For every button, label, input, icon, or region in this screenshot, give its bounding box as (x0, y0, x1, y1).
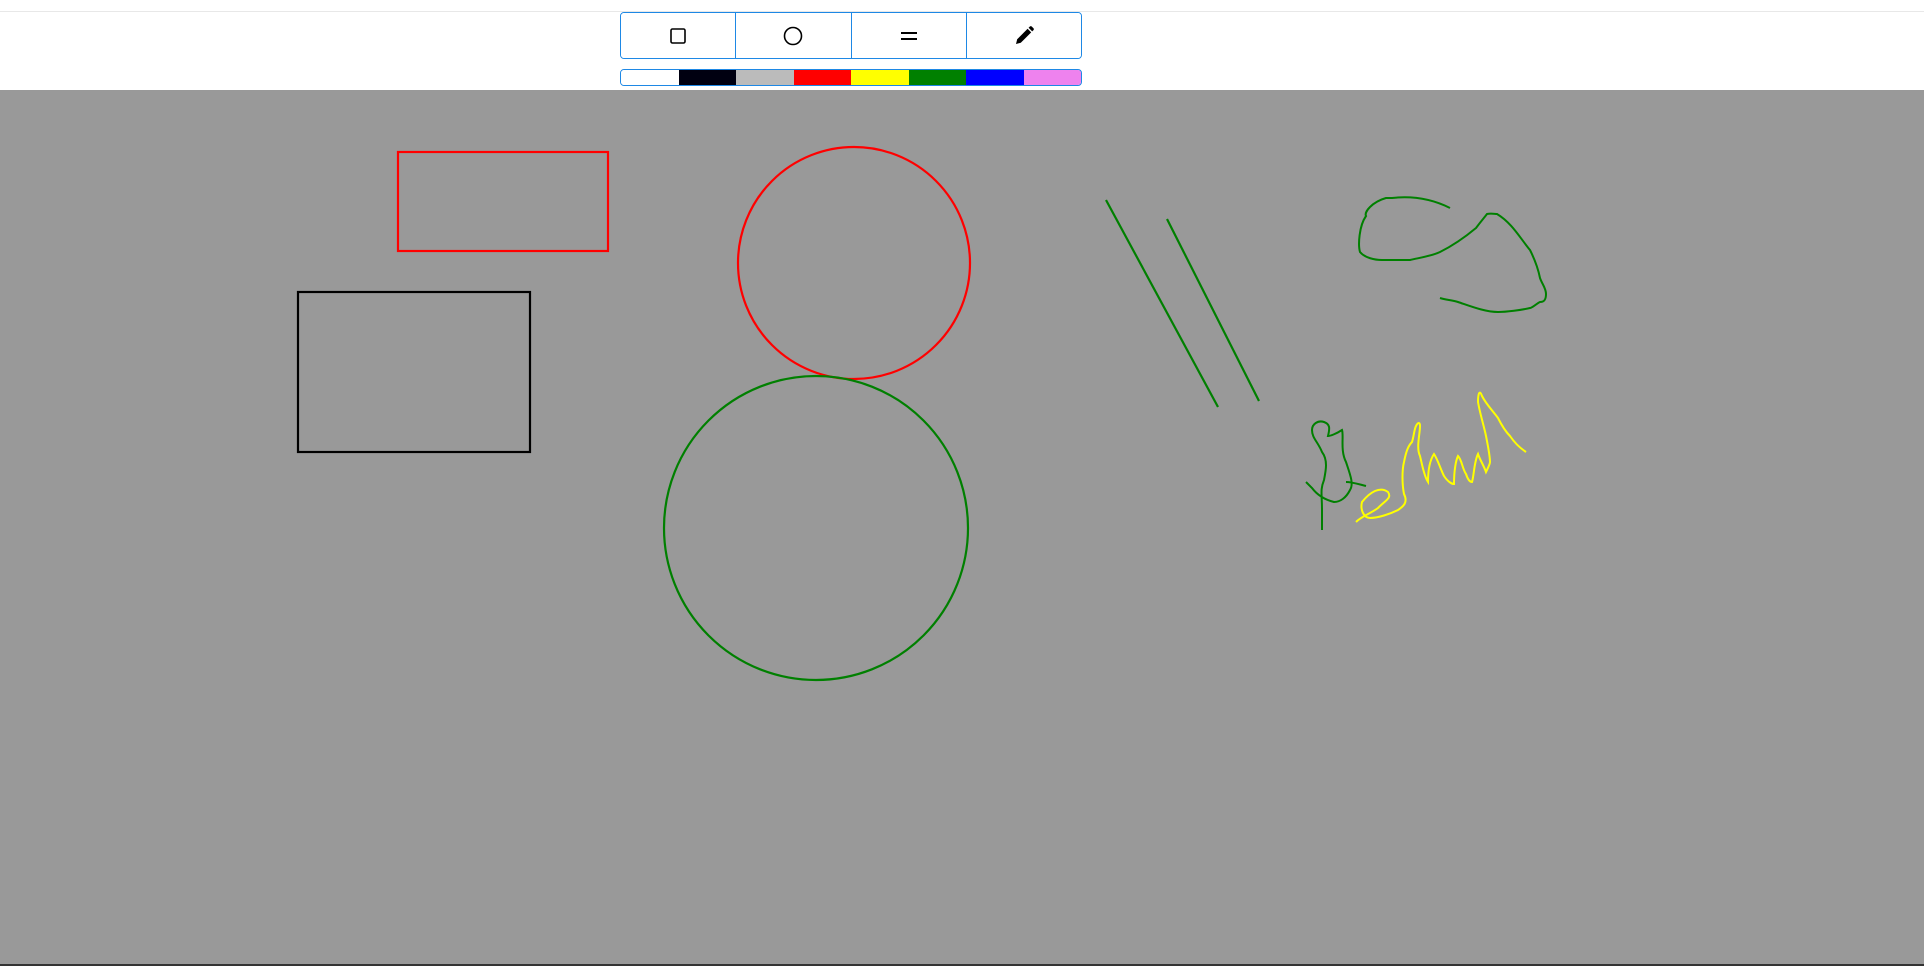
yellow-freehand-signature (1355, 391, 1527, 523)
line-tool-button[interactable] (851, 13, 967, 58)
color-palette (620, 69, 1082, 86)
green-freehand-loop (1358, 196, 1548, 314)
color-swatch[interactable] (621, 70, 679, 85)
rectangle-tool-button[interactable] (621, 13, 737, 58)
bottom-divider (0, 964, 1924, 966)
canvas-drawing (296, 145, 1548, 682)
color-swatch[interactable] (908, 70, 966, 85)
green-circle (662, 374, 970, 682)
circle-tool-button[interactable] (736, 13, 852, 58)
pencil-icon (1015, 25, 1034, 44)
color-swatch[interactable] (736, 70, 794, 85)
shape-toolbar (620, 12, 1082, 59)
green-line-left (1105, 199, 1219, 408)
black-rectangle (296, 290, 532, 454)
color-swatch[interactable] (793, 70, 851, 85)
color-swatch[interactable] (1023, 70, 1081, 85)
color-swatch[interactable] (678, 70, 736, 85)
square-icon (670, 27, 686, 44)
circle-icon (784, 26, 803, 45)
color-swatch[interactable] (851, 70, 909, 85)
color-swatch[interactable] (966, 70, 1024, 85)
red-rectangle (396, 150, 610, 253)
red-circle (736, 145, 972, 381)
green-freehand-scribble (1305, 420, 1367, 530)
green-line-right (1166, 218, 1260, 402)
drawing-canvas[interactable] (0, 90, 1924, 964)
freehand-tool-button[interactable] (966, 13, 1081, 58)
equals-icon (900, 31, 917, 40)
